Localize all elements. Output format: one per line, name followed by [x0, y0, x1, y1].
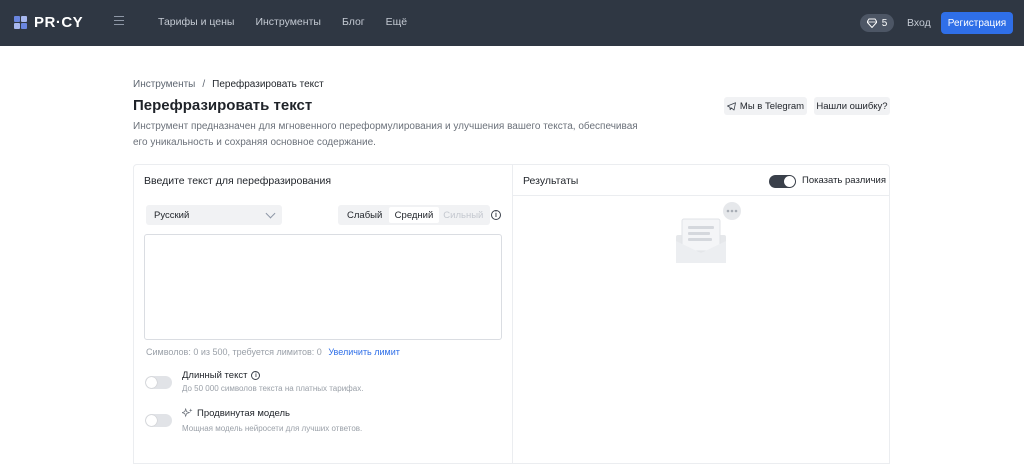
input-panel-heading: Введите текст для перефразирования: [144, 175, 332, 187]
results-panel: Результаты Показать различия: [512, 164, 890, 464]
gems-count: 5: [881, 17, 888, 29]
breadcrumb-tools-link[interactable]: Инструменты: [133, 79, 195, 90]
gems-balance[interactable]: 5: [860, 14, 894, 32]
long-text-subtitle: До 50 000 символов текста на платных тар…: [182, 384, 364, 393]
advanced-model-title: Продвинутая модель: [197, 408, 291, 419]
report-error-button[interactable]: Нашли ошибку?: [814, 97, 890, 115]
page-description: Инструмент предназначен для мгновенного …: [133, 121, 638, 148]
empty-results-icon: [676, 202, 741, 263]
character-counter: Символов: 0 из 500, требуется лимитов: 0…: [146, 347, 400, 357]
language-select[interactable]: Русский: [146, 205, 282, 225]
divider: [513, 195, 889, 196]
page-title: Перефразировать текст: [133, 97, 313, 114]
telegram-icon: [726, 101, 736, 111]
long-text-option: Длинный текст i: [182, 370, 261, 381]
main-nav: Тарифы и цены Инструменты Блог Ещё: [158, 16, 407, 28]
breadcrumb-current: Перефразировать текст: [212, 79, 324, 90]
language-value: Русский: [154, 209, 190, 221]
advanced-model-option: Продвинутая модель: [182, 408, 290, 419]
telegram-label: Мы в Telegram: [739, 100, 805, 112]
breadcrumb: Инструменты / Перефразировать текст: [133, 79, 324, 90]
long-text-toggle[interactable]: [145, 376, 172, 389]
nav-item-more[interactable]: Ещё: [386, 16, 407, 28]
info-icon[interactable]: i: [491, 210, 501, 220]
top-navigation-bar: PR·CY Тарифы и цены Инструменты Блог Ещё…: [0, 0, 1024, 46]
diamond-icon: [866, 18, 877, 28]
logo[interactable]: PR·CY: [14, 14, 83, 31]
increase-limit-link[interactable]: Увеличить лимит: [328, 347, 400, 357]
level-medium[interactable]: Средний: [389, 207, 439, 223]
sparkle-icon: [182, 408, 193, 418]
menu-icon[interactable]: [114, 16, 124, 26]
results-heading: Результаты: [523, 175, 579, 187]
info-icon[interactable]: i: [251, 371, 261, 380]
breadcrumb-separator: /: [202, 79, 206, 90]
nav-item-pricing[interactable]: Тарифы и цены: [158, 16, 234, 28]
show-diff-toggle[interactable]: [769, 175, 796, 188]
input-panel: Введите текст для перефразирования Русск…: [133, 164, 513, 464]
register-button[interactable]: Регистрация: [941, 12, 1013, 34]
paraphrase-level-switch: Слабый Средний Сильный: [338, 205, 490, 225]
chevron-down-icon: [265, 208, 276, 218]
nav-item-blog[interactable]: Блог: [342, 16, 365, 28]
level-strong: Сильный: [443, 209, 484, 221]
advanced-model-subtitle: Мощная модель нейросети для лучших ответ…: [182, 424, 363, 433]
logo-text: PR·CY: [34, 14, 84, 31]
logo-icon: [14, 15, 28, 30]
counter-text: Символов: 0 из 500, требуется лимитов: 0: [146, 347, 322, 357]
show-diff-label: Показать различия: [802, 175, 886, 186]
advanced-model-toggle[interactable]: [145, 414, 172, 427]
telegram-button[interactable]: Мы в Telegram: [724, 97, 807, 115]
nav-item-tools[interactable]: Инструменты: [255, 16, 320, 28]
source-text-input[interactable]: [144, 234, 502, 340]
long-text-title: Длинный текст: [182, 370, 248, 381]
login-link[interactable]: Вход: [907, 17, 931, 29]
level-weak[interactable]: Слабый: [340, 207, 389, 223]
